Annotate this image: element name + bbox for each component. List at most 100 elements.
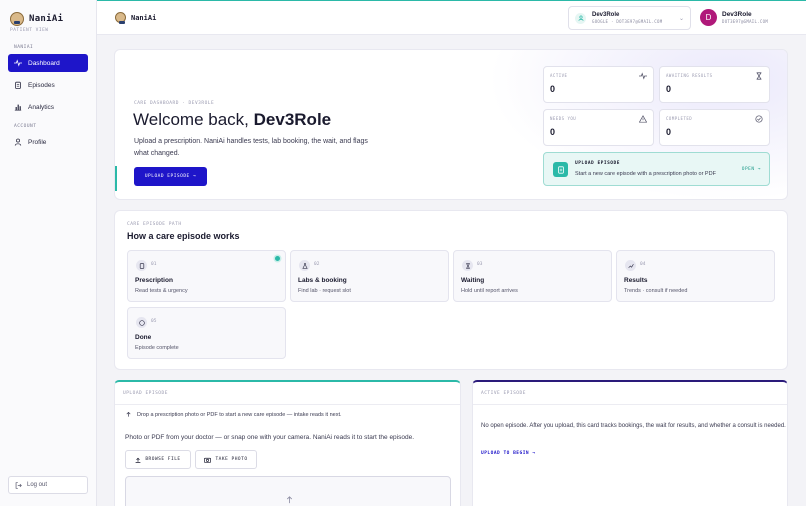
step-name: Done xyxy=(135,334,152,341)
upload-notice: Drop a prescription photo or PDF to star… xyxy=(125,411,342,418)
user-email: DOT3E97@GMAIL.COM xyxy=(722,19,769,24)
logout-button[interactable]: Log out xyxy=(8,476,88,494)
document-icon xyxy=(553,162,568,177)
step-name: Prescription xyxy=(135,277,173,284)
step-number: 02 xyxy=(314,262,320,267)
stat-label: AWAITING RESULTS xyxy=(666,73,713,78)
step-description: Find lab · request slot xyxy=(298,288,351,294)
stat-value: 0 xyxy=(550,127,556,137)
stat-value: 0 xyxy=(666,84,672,94)
logout-label: Log out xyxy=(27,482,48,488)
sidebar-item-dashboard[interactable]: Dashboard xyxy=(8,54,88,72)
step-results[interactable]: 04 Results Trends · consult if needed xyxy=(616,250,775,302)
step-description: Read tests & urgency xyxy=(135,288,188,294)
file-dropzone[interactable] xyxy=(125,476,451,506)
step-number: 04 xyxy=(640,262,646,267)
active-episode-empty-text: No open episode. After you upload, this … xyxy=(481,423,786,429)
user-name: Dev3Role xyxy=(722,11,752,18)
active-episode-panel: ACTIVE EPISODE No open episode. After yo… xyxy=(472,380,788,506)
upload-instructions: Photo or PDF from your doctor — or snap … xyxy=(125,434,415,441)
sidebar-item-label: Episodes xyxy=(28,81,55,89)
hourglass-icon xyxy=(756,72,762,80)
current-step-dot xyxy=(275,256,280,261)
upload-to-begin-link[interactable]: UPLOAD TO BEGIN → xyxy=(481,451,536,456)
step-name: Results xyxy=(624,277,648,284)
sidebar-item-label: Dashboard xyxy=(28,59,60,67)
greeting: Welcome back, xyxy=(133,110,249,129)
step-name: Labs & booking xyxy=(298,277,347,284)
upload-episode-panel: UPLOAD EPISODE Drop a prescription photo… xyxy=(114,380,461,506)
sidebar-item-episodes[interactable]: Episodes xyxy=(8,76,88,94)
step-labs-booking[interactable]: 02 Labs & booking Find lab · request slo… xyxy=(290,250,449,302)
upload-episode-card[interactable]: UPLOAD EPISODE Start a new care episode … xyxy=(543,152,770,186)
sidebar-caption: PATIENT VIEW xyxy=(10,28,49,33)
chevron-down-icon: ⌄ xyxy=(678,16,684,22)
upload-notice-text: Drop a prescription photo or PDF to star… xyxy=(137,411,342,418)
upload-card-open-link[interactable]: OPEN → xyxy=(742,167,761,172)
stat-active[interactable]: ACTIVE 0 xyxy=(543,66,654,103)
sidebar-item-analytics[interactable]: Analytics xyxy=(8,98,88,116)
stat-awaiting-results[interactable]: AWAITING RESULTS 0 xyxy=(659,66,770,103)
section-caption: CARE EPISODE PATH xyxy=(127,222,182,227)
pulse-icon xyxy=(639,72,647,80)
care-episode-path: CARE EPISODE PATH How a care episode wor… xyxy=(114,210,788,370)
sidebar-section-main: NANIAI xyxy=(14,45,34,50)
naniai-logo-icon xyxy=(10,11,24,26)
stat-value: 0 xyxy=(550,84,556,94)
stat-value: 0 xyxy=(666,127,672,137)
step-number: 05 xyxy=(151,319,157,324)
section-title: How a care episode works xyxy=(127,231,240,241)
browse-file-label: BROWSE FILE xyxy=(145,457,181,462)
step-description: Hold until report arrives xyxy=(461,288,518,294)
upload-episode-button[interactable]: UPLOAD EPISODE → xyxy=(134,167,207,186)
breadcrumb: CARE DASHBOARD · DEV3ROLE xyxy=(134,101,215,106)
sidebar-item-label: Analytics xyxy=(28,103,55,111)
hero-description: Upload a prescription. NaniAi handles te… xyxy=(134,138,368,157)
upload-icon xyxy=(135,457,141,463)
account-provider: GOOGLE · DOT3E97@GMAIL.COM xyxy=(592,19,663,24)
bar-chart-icon xyxy=(14,104,22,111)
step-done[interactable]: 05 Done Episode complete xyxy=(127,307,286,359)
camera-icon xyxy=(204,457,212,463)
account-switcher[interactable]: Dev3Role GOOGLE · DOT3E97@GMAIL.COM ⌄ xyxy=(568,6,691,30)
check-circle-icon xyxy=(136,317,147,328)
sidebar-item-profile[interactable]: Profile xyxy=(8,133,88,151)
top-header: NaniAi Dev3Role GOOGLE · DOT3E97@GMAIL.C… xyxy=(97,0,806,35)
take-photo-button[interactable]: TAKE PHOTO xyxy=(195,450,257,469)
step-waiting[interactable]: 03 Waiting Hold until report arrives xyxy=(453,250,612,302)
browse-file-button[interactable]: BROWSE FILE xyxy=(125,450,191,469)
upload-icon xyxy=(286,496,293,504)
step-number: 03 xyxy=(477,262,483,267)
clipboard-icon xyxy=(136,260,147,271)
stat-label: NEEDS YOU xyxy=(550,116,577,121)
stat-needs-you[interactable]: NEEDS YOU 0 xyxy=(543,109,654,146)
step-name: Waiting xyxy=(461,277,485,284)
hero-accent-bar xyxy=(115,166,117,191)
user-menu[interactable]: D Dev3Role DOT3E97@GMAIL.COM xyxy=(700,9,768,26)
step-description: Episode complete xyxy=(135,345,179,351)
clipboard-icon xyxy=(15,81,21,89)
upload-icon xyxy=(126,411,131,417)
panel-title: UPLOAD EPISODE xyxy=(115,382,460,405)
activity-icon xyxy=(14,59,22,67)
avatar: D xyxy=(700,9,717,26)
upload-card-title: UPLOAD EPISODE xyxy=(575,161,620,166)
check-circle-icon xyxy=(755,115,763,123)
brand-name: NaniAi xyxy=(29,13,64,24)
stat-completed[interactable]: COMPLETED 0 xyxy=(659,109,770,146)
hourglass-icon xyxy=(462,260,473,271)
take-photo-label: TAKE PHOTO xyxy=(215,457,248,462)
header-brand[interactable]: NaniAi xyxy=(115,12,156,24)
stat-label: ACTIVE xyxy=(550,73,568,78)
sidebar: NaniAi PATIENT VIEW NANIAI Dashboard Epi… xyxy=(0,0,97,506)
stat-label: COMPLETED xyxy=(666,116,693,121)
sidebar-item-label: Profile xyxy=(28,138,47,146)
flask-icon xyxy=(299,260,310,271)
step-prescription[interactable]: 01 Prescription Read tests & urgency xyxy=(127,250,286,302)
step-description: Trends · consult if needed xyxy=(624,288,688,294)
sidebar-brand[interactable]: NaniAi xyxy=(0,0,96,28)
upload-card-description: Start a new care episode with a prescrip… xyxy=(575,171,716,177)
account-icon xyxy=(575,12,586,24)
sidebar-section-account: ACCOUNT xyxy=(14,124,37,129)
page-title: Welcome back, Dev3Role xyxy=(133,110,331,130)
